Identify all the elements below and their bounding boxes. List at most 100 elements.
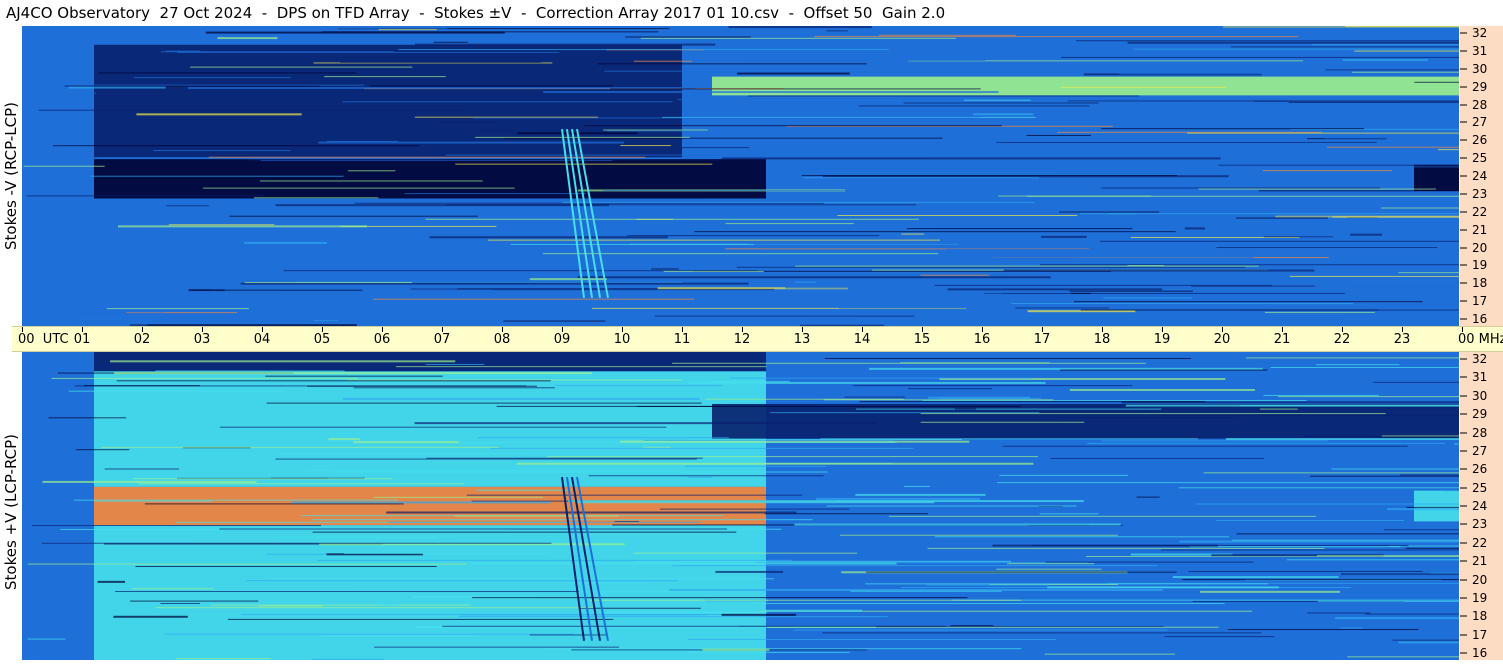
x-tick-label: 00 UTC: [18, 332, 69, 347]
rfi-streak: [116, 380, 551, 382]
rfi-streak: [737, 72, 850, 75]
rfi-streak: [633, 60, 693, 62]
rfi-streak: [373, 496, 544, 498]
rfi-streak: [1236, 217, 1328, 219]
rfi-streak: [97, 297, 464, 299]
rfi-streak: [602, 611, 767, 614]
rfi-streak: [1059, 369, 1268, 371]
y-tick-label: 19: [1472, 590, 1488, 605]
x-tick-label: 21: [1273, 332, 1291, 347]
rfi-streak: [721, 613, 797, 616]
rfi-streak: [824, 357, 1191, 359]
rfi-streak: [826, 30, 848, 32]
rfi-streak: [1200, 590, 1341, 593]
rfi-streak: [1259, 290, 1459, 292]
rfi-streak: [793, 629, 1168, 631]
rfi-streak: [101, 446, 499, 448]
rfi-streak: [973, 113, 1034, 116]
y-tick-label: 17: [1472, 627, 1488, 642]
rfi-streak: [566, 582, 649, 584]
rfi-streak: [1307, 612, 1371, 614]
rfi-streak: [1132, 48, 1459, 50]
rfi-streak: [471, 562, 897, 565]
rfi-streak: [1183, 166, 1459, 168]
rfi-streak: [353, 387, 555, 389]
rfi-streak: [809, 312, 1124, 314]
x-tick-label: 12: [733, 332, 751, 347]
y-tick-label: 25: [1472, 151, 1488, 166]
rfi-streak: [68, 86, 166, 89]
rfi-streak: [856, 408, 1162, 410]
rfi-streak: [219, 426, 667, 428]
rfi-streak: [1003, 269, 1315, 272]
rfi-streak: [865, 583, 1268, 585]
rfi-streak: [920, 274, 989, 276]
y-tick-mark: [1460, 450, 1467, 452]
rfi-streak: [1059, 211, 1160, 213]
rfi-streak: [1190, 285, 1315, 287]
rfi-streak: [1178, 487, 1459, 489]
rfi-streak: [224, 289, 493, 291]
top-frequency-scale: 32 31 30 29 28 27 26 25 24 23 22 21 20 19 18 17 16: [1460, 26, 1503, 326]
rfi-streak: [166, 205, 209, 207]
rfi-streak: [1264, 311, 1375, 313]
y-tick-label: 27: [1472, 443, 1488, 458]
rfi-streak: [996, 141, 1377, 143]
rfi-streak: [1044, 653, 1175, 655]
rfi-streak: [1101, 440, 1329, 442]
x-tick-label: 11: [673, 332, 691, 347]
rfi-streak: [475, 136, 690, 138]
x-tick-label: 13: [793, 332, 811, 347]
rfi-streak: [83, 385, 200, 387]
rfi-streak: [1188, 570, 1423, 572]
rfi-streak: [1027, 310, 1136, 313]
rfi-streak: [1340, 573, 1459, 575]
bottom-spectrogram-svg: [22, 352, 1459, 660]
y-tick-label: 28: [1472, 97, 1488, 112]
rfi-streak: [1015, 307, 1110, 309]
rfi-streak: [1216, 247, 1438, 249]
rfi-streak: [1263, 236, 1333, 238]
rfi-streak: [245, 580, 679, 582]
y-tick-label: 22: [1472, 204, 1488, 219]
rfi-streak: [275, 204, 609, 207]
rfi-streak: [927, 396, 1031, 399]
rfi-streak: [602, 190, 919, 192]
y-tick-label: 29: [1472, 79, 1488, 94]
x-tick-label: 14: [853, 332, 871, 347]
rfi-streak: [1238, 309, 1459, 311]
y-tick-mark: [1460, 395, 1467, 397]
rfi-streak: [1286, 559, 1459, 561]
rfi-streak: [138, 483, 465, 485]
rfi-streak: [822, 632, 1262, 634]
rfi-streak: [663, 270, 764, 272]
rfi-streak: [654, 315, 915, 317]
rfi-streak: [636, 405, 1021, 407]
rfi-streak: [1228, 629, 1419, 631]
y-tick-mark: [1460, 68, 1467, 70]
rfi-streak: [620, 145, 672, 147]
rfi-streak: [160, 51, 394, 53]
y-tick-mark: [1460, 468, 1467, 470]
rfi-streak: [1325, 69, 1459, 71]
rfi-streak: [1381, 435, 1459, 437]
rfi-streak: [1164, 636, 1275, 638]
rfi-streak: [542, 253, 939, 255]
spectrogram-band: [94, 198, 766, 326]
rfi-streak: [1414, 81, 1459, 83]
rfi-streak: [1101, 187, 1381, 189]
rfi-streak: [763, 609, 863, 612]
rfi-streak: [562, 201, 1035, 203]
x-tick-label: 08: [493, 332, 511, 347]
rfi-streak: [1442, 268, 1459, 271]
rfi-streak: [837, 215, 1078, 217]
rfi-streak: [901, 233, 925, 235]
rfi-streak: [429, 236, 668, 239]
rfi-streak: [307, 385, 537, 387]
y-tick-label: 31: [1472, 370, 1488, 385]
rfi-streak: [27, 638, 66, 640]
rfi-streak: [1325, 137, 1459, 139]
rfi-streak: [954, 407, 976, 410]
rfi-streak: [135, 565, 437, 567]
rfi-streak: [106, 308, 249, 310]
